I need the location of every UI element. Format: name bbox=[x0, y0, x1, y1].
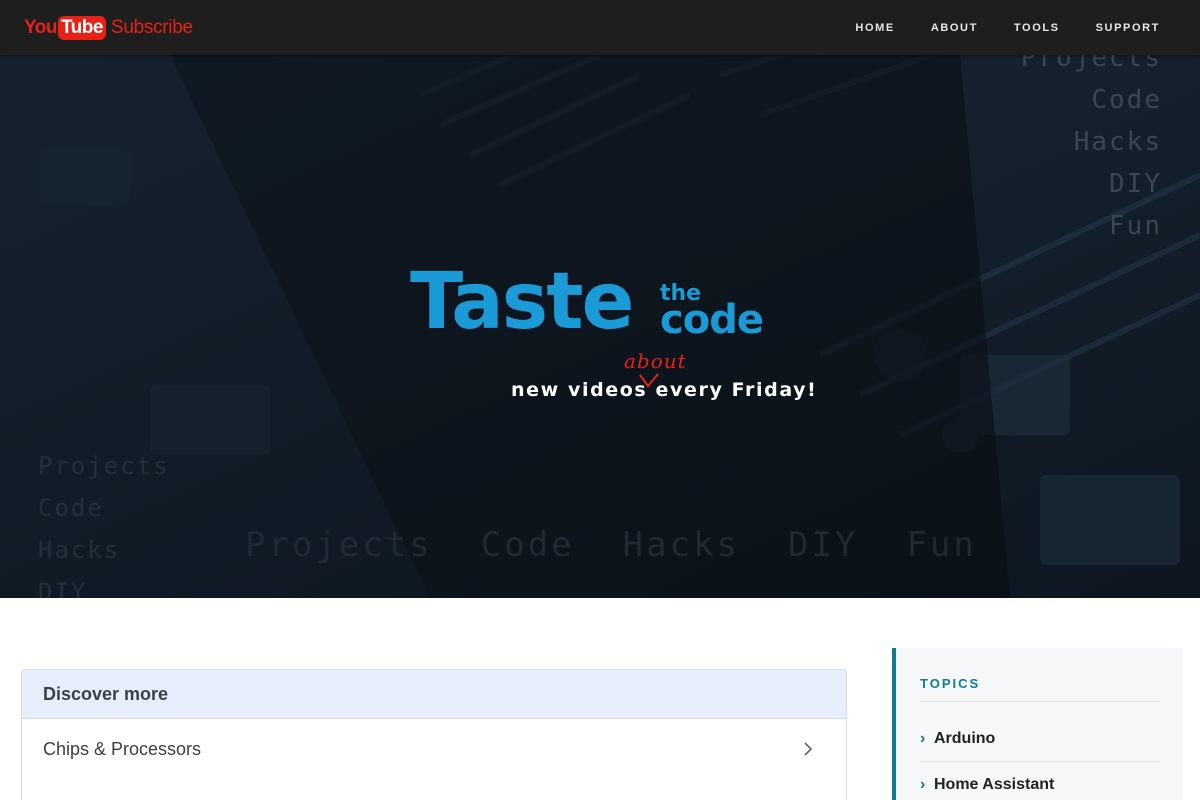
background-words-bottom: Projects Code Hacks DIY Fun bbox=[245, 525, 977, 565]
topics-title: TOPICS bbox=[920, 676, 981, 691]
discover-item-chips-processors[interactable]: Chips & Processors bbox=[22, 719, 846, 779]
discover-item-label: Chips & Processors bbox=[43, 738, 202, 759]
bg-word: DIY bbox=[38, 578, 88, 598]
topic-arduino[interactable]: › Arduino bbox=[920, 716, 1160, 762]
topic-label: Home Assistant bbox=[934, 775, 1055, 793]
nav-home[interactable]: HOME bbox=[855, 22, 894, 34]
bg-word: Projects bbox=[1020, 55, 1162, 73]
bg-word: Hacks bbox=[622, 525, 741, 565]
logo-taste-word: Taste bbox=[410, 257, 634, 347]
discover-more-title: Discover more bbox=[43, 683, 169, 704]
bg-word: Projects bbox=[38, 452, 170, 480]
nav-support[interactable]: SUPPORT bbox=[1096, 22, 1160, 34]
chevron-right-icon: › bbox=[920, 775, 926, 793]
background-words-right: Projects Code Hacks DIY Fun bbox=[1021, 55, 1162, 247]
chevron-right-icon bbox=[804, 742, 813, 756]
youtube-logo-you: You bbox=[24, 17, 57, 38]
background-words-left: Projects Code Hacks DIY bbox=[38, 445, 170, 598]
topic-label: Arduino bbox=[934, 729, 996, 747]
topics-divider bbox=[920, 701, 1160, 702]
bg-word: DIY bbox=[788, 525, 859, 565]
bg-word: Projects bbox=[245, 525, 433, 565]
topic-home-assistant[interactable]: › Home Assistant bbox=[920, 762, 1160, 800]
hero-tagline: new videos every Friday! bbox=[511, 379, 818, 401]
discover-more-box: Discover more Chips & Processors bbox=[21, 669, 847, 800]
hero-banner: Projects Code Hacks DIY Fun Projects Cod… bbox=[0, 55, 1200, 598]
bg-word: Hacks bbox=[38, 536, 121, 564]
bg-word: DIY bbox=[1109, 169, 1162, 199]
nav-tools[interactable]: TOOLS bbox=[1014, 22, 1060, 34]
bg-word: Fun bbox=[906, 525, 977, 565]
subscribe-label: Subscribe bbox=[110, 17, 193, 38]
bg-word: Hacks bbox=[1073, 127, 1162, 157]
bg-word: Code bbox=[1091, 85, 1162, 115]
discover-more-header: Discover more bbox=[22, 670, 846, 719]
main-menu: HOME ABOUT TOOLS SUPPORT bbox=[819, 0, 1160, 55]
topics-widget: TOPICS › Arduino › Home Assistant bbox=[892, 648, 1183, 800]
youtube-logo-tube: Tube bbox=[57, 16, 106, 40]
top-navigation-bar: You Tube Subscribe HOME ABOUT TOOLS SUPP… bbox=[0, 0, 1200, 55]
logo-code-word: code bbox=[660, 297, 764, 343]
chevron-right-icon: › bbox=[920, 729, 926, 747]
taste-the-code-logo: Taste the code about new videos every Fr… bbox=[410, 257, 830, 405]
tagline-insert-about: about bbox=[624, 349, 687, 373]
youtube-subscribe-link[interactable]: You Tube Subscribe bbox=[24, 16, 193, 40]
bg-word: Fun bbox=[1109, 211, 1162, 241]
bg-word: Code bbox=[480, 525, 575, 565]
nav-about[interactable]: ABOUT bbox=[931, 22, 978, 34]
bg-word: Code bbox=[38, 494, 104, 522]
